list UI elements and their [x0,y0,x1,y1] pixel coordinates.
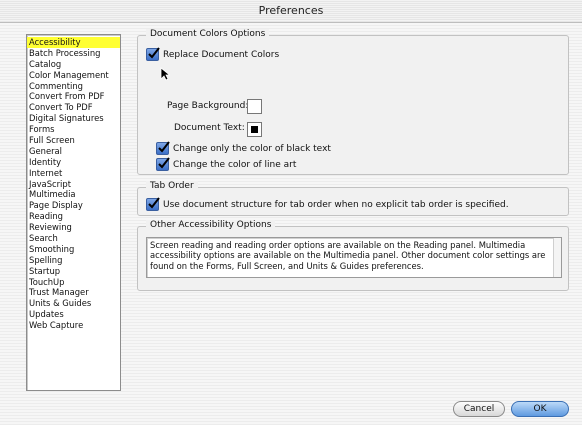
window-title: Preferences [258,4,324,17]
use-structure-label: Use document structure for tab order whe… [163,199,509,210]
checkmark-icon [158,157,170,169]
use-structure-checkbox[interactable] [146,197,160,211]
sidebar-item-convert-from-pdf[interactable]: Convert From PDF [27,91,120,102]
replace-colors-label: Replace Document Colors [163,49,280,60]
sidebar-item-spelling[interactable]: Spelling [27,255,120,266]
sidebar-item-reviewing[interactable]: Reviewing [27,222,120,233]
change-black-text-label: Change only the color of black text [173,143,331,154]
replace-colors-row[interactable]: Replace Document Colors [146,47,280,61]
sidebar-item-search[interactable]: Search [27,233,120,244]
tab-order-group: Tab Order Use document structure for tab… [137,181,569,216]
change-black-text-row[interactable]: Change only the color of black text [156,141,331,155]
sidebar-item-accessibility[interactable]: Accessibility [27,37,120,48]
page-background-color-swatch[interactable] [247,99,262,114]
sidebar-item-internet[interactable]: Internet [27,168,120,179]
sidebar-item-units-guides[interactable]: Units & Guides [27,298,120,309]
sidebar-item-javascript[interactable]: JavaScript [27,179,120,190]
title-bar: Preferences [0,0,582,23]
sidebar-item-updates[interactable]: Updates [27,309,120,320]
change-line-art-row[interactable]: Change the color of line art [156,157,297,171]
sidebar-item-catalog[interactable]: Catalog [27,59,120,70]
mouse-cursor-icon [160,67,170,81]
sidebar-item-commenting[interactable]: Commenting [27,81,120,92]
sidebar-item-startup[interactable]: Startup [27,266,120,277]
sidebar-item-page-display[interactable]: Page Display [27,200,120,211]
sidebar-item-color-management[interactable]: Color Management [27,70,120,81]
sidebar-item-reading[interactable]: Reading [27,211,120,222]
text-box-scrollbar[interactable] [553,238,561,277]
preferences-category-list[interactable]: Accessibility Batch Processing Catalog Colo… [26,34,121,391]
document-text-row: Document Text: [174,123,245,133]
use-structure-row[interactable]: Use document structure for tab order whe… [146,197,509,211]
sidebar-item-touchup[interactable]: TouchUp [27,277,120,288]
sidebar-item-digital-signatures[interactable]: Digital Signatures [27,113,120,124]
page-background-row: Page Background: [167,101,248,111]
checkmark-icon [158,141,170,153]
checkmark-icon [148,47,160,59]
change-black-text-checkbox[interactable] [156,141,170,155]
sidebar-item-batch-processing[interactable]: Batch Processing [27,48,120,59]
sidebar-item-web-capture[interactable]: Web Capture [27,320,120,331]
other-options-text-box: Screen reading and reading order options… [146,237,562,278]
checkmark-icon [148,197,160,209]
document-text-color-swatch[interactable] [247,122,262,137]
sidebar-item-general[interactable]: General [27,146,120,157]
replace-colors-checkbox[interactable] [146,47,160,61]
page-background-label: Page Background: [167,101,249,111]
sidebar-item-forms[interactable]: Forms [27,124,120,135]
document-colors-legend: Document Colors Options [146,29,270,39]
ok-button[interactable]: OK [511,401,569,417]
change-line-art-checkbox[interactable] [156,157,170,171]
cancel-button[interactable]: Cancel [453,401,505,417]
sidebar-item-convert-to-pdf[interactable]: Convert To PDF [27,102,120,113]
sidebar-item-identity[interactable]: Identity [27,157,120,168]
other-options-info-text: Screen reading and reading order options… [150,240,546,271]
sidebar-item-smoothing[interactable]: Smoothing [27,244,120,255]
other-options-legend: Other Accessibility Options [146,220,276,230]
sidebar-item-multimedia[interactable]: Multimedia [27,189,120,200]
category-list: Accessibility Batch Processing Catalog Colo… [27,35,120,331]
sidebar-item-full-screen[interactable]: Full Screen [27,135,120,146]
tab-order-legend: Tab Order [146,181,198,191]
document-text-label: Document Text: [174,123,245,133]
change-line-art-label: Change the color of line art [173,159,297,170]
sidebar-item-trust-manager[interactable]: Trust Manager [27,287,120,298]
other-options-group: Other Accessibility Options Screen readi… [137,220,569,291]
document-colors-group: Document Colors Options Replace Document… [137,29,569,175]
